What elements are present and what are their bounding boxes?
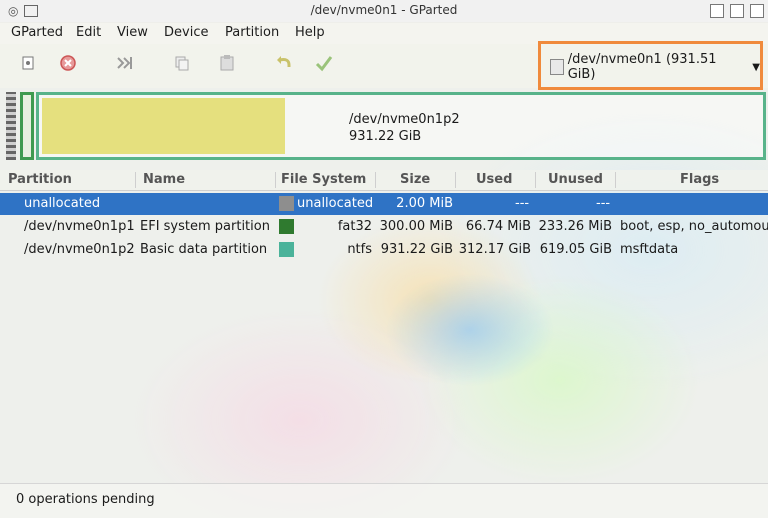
cell-flags: msftdata xyxy=(620,242,679,257)
diskmap-label: /dev/nvme0n1p2 931.22 GiB xyxy=(349,111,460,145)
undo-icon[interactable] xyxy=(272,54,296,78)
menu-device[interactable]: Device xyxy=(164,25,208,40)
cell-used: --- xyxy=(515,196,530,211)
menu-view[interactable]: View xyxy=(117,25,148,40)
filesystem-color-swatch xyxy=(279,196,294,211)
minimize-icon[interactable] xyxy=(710,4,724,18)
status-bar: 0 operations pending xyxy=(0,483,768,518)
header-size[interactable]: Size xyxy=(400,172,430,187)
table-row[interactable]: unallocated unallocated 2.00 MiB --- --- xyxy=(0,193,768,215)
title-bar: ◎ /dev/nvme0n1 - GParted xyxy=(0,0,768,23)
header-used[interactable]: Used xyxy=(476,172,512,187)
cell-partition: /dev/nvme0n1p1 xyxy=(24,219,135,234)
copy-icon[interactable] xyxy=(170,54,194,78)
cell-used: 312.17 GiB xyxy=(458,242,531,257)
cell-partition: unallocated xyxy=(24,196,101,211)
cell-flags: boot, esp, no_automou xyxy=(620,219,768,234)
header-unused[interactable]: Unused xyxy=(548,172,603,187)
header-separator xyxy=(375,172,376,188)
paste-icon[interactable] xyxy=(215,54,239,78)
table-row[interactable]: /dev/nvme0n1p2 Basic data partition ntfs… xyxy=(0,239,768,261)
header-separator xyxy=(135,172,136,188)
cell-size: 300.00 MiB xyxy=(379,219,453,234)
maximize-icon[interactable] xyxy=(730,4,744,18)
menu-partition[interactable]: Partition xyxy=(225,25,279,40)
diskmap-partition-size: 931.22 GiB xyxy=(349,129,422,144)
delete-icon[interactable] xyxy=(56,54,80,78)
device-selector[interactable]: /dev/nvme0n1 (931.51 GiB) ▼ xyxy=(550,52,760,82)
cell-unused: 233.26 MiB xyxy=(538,219,612,234)
menu-gparted[interactable]: GParted xyxy=(11,25,63,40)
cell-size: 931.22 GiB xyxy=(380,242,453,257)
diskmap-used-space xyxy=(42,98,285,154)
cell-unused: --- xyxy=(596,196,611,211)
header-partition[interactable]: Partition xyxy=(8,172,72,187)
cell-size: 2.00 MiB xyxy=(396,196,453,211)
cell-name: EFI system partition xyxy=(140,219,270,234)
header-separator xyxy=(455,172,456,188)
window-controls xyxy=(710,4,764,18)
header-separator xyxy=(535,172,536,188)
header-separator xyxy=(615,172,616,188)
diskmap-unallocated[interactable] xyxy=(6,92,16,160)
partition-table-header: Partition Name File System Size Used Unu… xyxy=(0,170,768,191)
diskmap-partition-efi[interactable] xyxy=(20,92,34,160)
cell-filesystem: ntfs xyxy=(347,242,372,257)
disk-map: /dev/nvme0n1p2 931.22 GiB xyxy=(6,92,766,160)
disk-icon xyxy=(550,59,564,75)
menu-help[interactable]: Help xyxy=(295,25,325,40)
cell-unused: 619.05 GiB xyxy=(539,242,612,257)
device-label: /dev/nvme0n1 (931.51 GiB) xyxy=(567,52,717,82)
close-icon[interactable] xyxy=(750,4,764,18)
resize-move-icon[interactable] xyxy=(112,54,136,78)
new-icon[interactable] xyxy=(16,54,40,78)
cell-partition: /dev/nvme0n1p2 xyxy=(24,242,135,257)
diskmap-partition-main[interactable]: /dev/nvme0n1p2 931.22 GiB xyxy=(36,92,766,160)
cell-filesystem: fat32 xyxy=(337,219,372,234)
dropdown-arrow-icon: ▼ xyxy=(752,61,760,73)
header-name[interactable]: Name xyxy=(143,172,185,187)
header-filesystem[interactable]: File System xyxy=(281,172,366,187)
table-row[interactable]: /dev/nvme0n1p1 EFI system partition fat3… xyxy=(0,216,768,238)
diskmap-partition-name: /dev/nvme0n1p2 xyxy=(349,112,460,127)
cell-name: Basic data partition xyxy=(140,242,268,257)
filesystem-color-swatch xyxy=(279,219,294,234)
filesystem-color-swatch xyxy=(279,242,294,257)
status-text: 0 operations pending xyxy=(16,492,155,507)
header-flags[interactable]: Flags xyxy=(680,172,719,187)
menu-edit[interactable]: Edit xyxy=(76,25,101,40)
header-separator xyxy=(275,172,276,188)
cell-filesystem: unallocated xyxy=(297,196,374,211)
window-title: /dev/nvme0n1 - GParted xyxy=(310,3,458,17)
apply-icon[interactable] xyxy=(312,54,336,78)
cell-used: 66.74 MiB xyxy=(465,219,531,234)
